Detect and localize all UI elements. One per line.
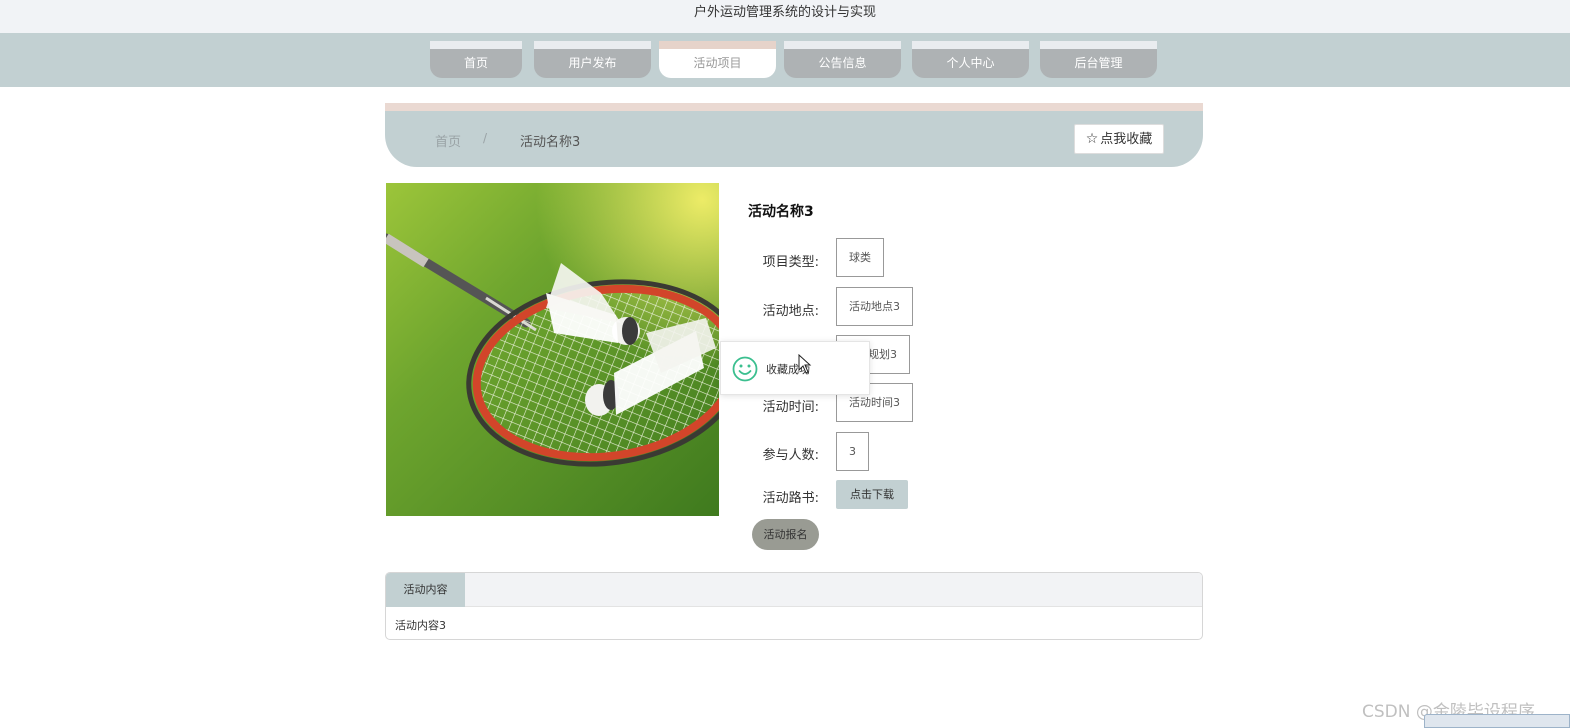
download-button[interactable]: 点击下载	[836, 480, 908, 509]
breadcrumb-current: 活动名称3	[520, 135, 581, 150]
app-title-bar: 户外运动管理系统的设计与实现	[0, 0, 1570, 33]
nav-item-home[interactable]: 首页	[430, 41, 522, 78]
field-value-location: 活动地点3	[836, 287, 913, 326]
content-tabs: 活动内容 活动内容3	[385, 572, 1203, 640]
system-tray	[1424, 714, 1570, 728]
star-outline-icon: ☆	[1085, 131, 1099, 147]
tabs-header: 活动内容	[386, 573, 1202, 607]
nav-item-personal-center[interactable]: 个人中心	[912, 41, 1029, 78]
smile-icon	[732, 356, 758, 382]
field-label-location: 活动地点:	[762, 304, 819, 319]
favorite-button[interactable]: ☆ 点我收藏	[1074, 124, 1164, 154]
nav-item-announcements[interactable]: 公告信息	[784, 41, 901, 78]
field-label-participants: 参与人数:	[762, 448, 819, 463]
field-label-type: 项目类型:	[762, 255, 819, 270]
field-value-participants: 3	[836, 432, 869, 471]
app-title: 户外运动管理系统的设计与实现	[693, 5, 876, 20]
field-label-route: 活动路书:	[762, 491, 819, 506]
nav-item-activities[interactable]: 活动项目	[659, 41, 776, 78]
tab-activity-content[interactable]: 活动内容	[386, 573, 465, 607]
favorite-success-toast: 收藏成功	[720, 341, 870, 395]
breadcrumb-home-link[interactable]: 首页	[435, 131, 461, 150]
activity-name-heading: 活动名称3	[748, 204, 814, 220]
field-label-time: 活动时间:	[762, 400, 819, 415]
tab-content-text: 活动内容3	[395, 619, 446, 632]
main-nav: 首页 用户发布 活动项目 公告信息 个人中心 后台管理	[0, 33, 1570, 87]
activity-image	[386, 183, 719, 516]
field-value-type: 球类	[836, 238, 884, 277]
mouse-cursor-icon	[798, 354, 812, 374]
nav-item-user-posts[interactable]: 用户发布	[534, 41, 651, 78]
breadcrumb-separator: /	[483, 131, 488, 145]
breadcrumb: 首页 / 活动名称3 ☆ 点我收藏	[385, 103, 1203, 167]
badminton-image-graphic	[386, 183, 719, 516]
favorite-button-label: 点我收藏	[1100, 132, 1153, 147]
nav-item-admin[interactable]: 后台管理	[1040, 41, 1157, 78]
signup-button[interactable]: 活动报名	[752, 519, 819, 550]
